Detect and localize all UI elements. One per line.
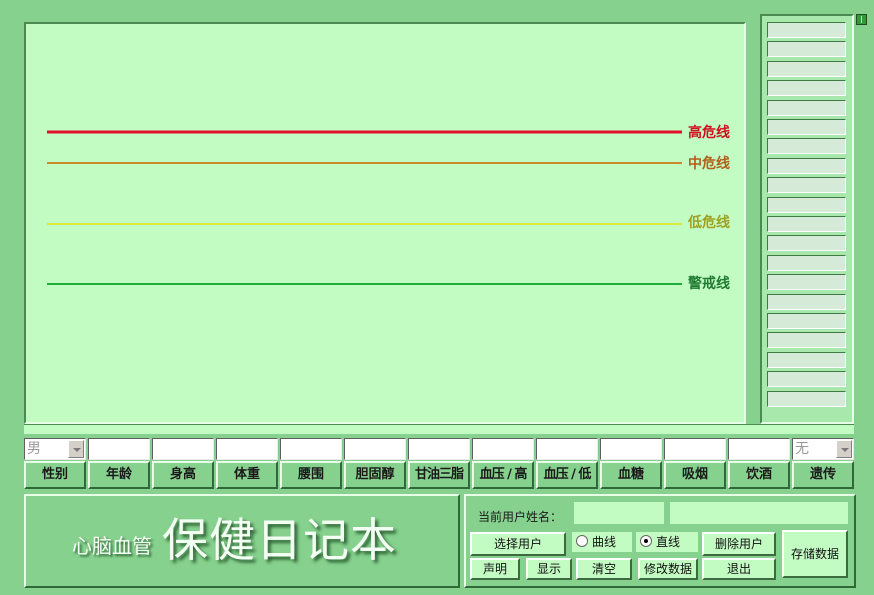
waist-input[interactable] bbox=[280, 438, 342, 460]
field-label-cholesterol: 胆固醇 bbox=[344, 461, 406, 489]
field-label-heredity: 遗传 bbox=[792, 461, 854, 489]
drinking-input[interactable] bbox=[728, 438, 790, 460]
record-slot[interactable] bbox=[767, 80, 846, 97]
record-slot[interactable] bbox=[767, 332, 846, 349]
record-slot[interactable] bbox=[767, 216, 846, 232]
record-slot[interactable] bbox=[767, 293, 846, 310]
record-slot[interactable] bbox=[767, 235, 846, 252]
chevron-down-icon[interactable] bbox=[68, 440, 84, 458]
triglyceride-input[interactable] bbox=[408, 438, 470, 460]
delete-user-button[interactable]: 删除用户 bbox=[702, 532, 776, 556]
radio-off-icon bbox=[576, 535, 588, 547]
field-label-waist: 腰围 bbox=[280, 461, 342, 489]
curve-mode-radio[interactable]: 曲线 bbox=[572, 532, 632, 552]
low-risk-label: 低危线 bbox=[687, 214, 730, 231]
app-subtitle: 心脑血管 bbox=[72, 534, 152, 558]
record-slot-panel bbox=[760, 14, 854, 424]
record-slot[interactable] bbox=[767, 313, 846, 329]
heredity-select[interactable]: 无 bbox=[792, 438, 854, 460]
current-user-name-field bbox=[574, 502, 664, 524]
record-slot[interactable] bbox=[767, 196, 846, 213]
gender-select[interactable]: 男 bbox=[24, 438, 86, 460]
gender-select-value: 男 bbox=[27, 441, 41, 457]
select-user-button[interactable]: 选择用户 bbox=[470, 532, 566, 556]
field-label-blood-sugar: 血糖 bbox=[600, 461, 662, 489]
field-label-drinking: 饮酒 bbox=[728, 461, 790, 489]
medium-risk-label: 中危线 bbox=[688, 155, 730, 172]
field-label-weight: 体重 bbox=[216, 461, 278, 489]
record-slot[interactable] bbox=[767, 99, 846, 116]
save-data-button[interactable]: 存储数据 bbox=[782, 530, 848, 578]
record-slot[interactable] bbox=[767, 254, 846, 271]
record-slot[interactable] bbox=[767, 177, 846, 194]
high-risk-label: 高危线 bbox=[688, 124, 730, 141]
record-slot[interactable] bbox=[767, 390, 846, 407]
statement-button[interactable]: 声明 bbox=[470, 558, 520, 580]
blood-sugar-input[interactable] bbox=[600, 438, 662, 460]
resize-grip-icon[interactable] bbox=[856, 14, 867, 25]
field-label-height: 身高 bbox=[152, 461, 214, 489]
bp-low-input[interactable] bbox=[536, 438, 598, 460]
clear-button[interactable]: 清空 bbox=[576, 558, 632, 580]
height-input[interactable] bbox=[152, 438, 214, 460]
record-slot[interactable] bbox=[767, 371, 846, 388]
current-user-info-field bbox=[670, 502, 848, 524]
edit-data-button[interactable]: 修改数据 bbox=[638, 558, 698, 580]
field-label-bp-low: 血压 / 低 bbox=[536, 461, 598, 489]
record-slot[interactable] bbox=[767, 138, 846, 155]
bp-high-input[interactable] bbox=[472, 438, 534, 460]
app-title: 保健日记本 bbox=[162, 513, 397, 567]
field-label-triglyceride: 甘油三脂 bbox=[408, 461, 470, 489]
field-label-smoking: 吸烟 bbox=[664, 461, 726, 489]
age-input[interactable] bbox=[88, 438, 150, 460]
field-label-bp-high: 血压 / 高 bbox=[472, 461, 534, 489]
record-slot[interactable] bbox=[767, 351, 846, 368]
cholesterol-input[interactable] bbox=[344, 438, 406, 460]
record-slot[interactable] bbox=[767, 60, 846, 77]
current-user-label: 当前用户姓名： bbox=[478, 510, 563, 524]
show-button[interactable]: 显示 bbox=[526, 558, 572, 580]
chart-panel: 高危线 中危线 低危线 警戒线 bbox=[24, 22, 746, 424]
record-slot[interactable] bbox=[767, 119, 846, 135]
record-slot[interactable] bbox=[767, 41, 846, 58]
smoking-input[interactable] bbox=[664, 438, 726, 460]
warning-label: 警戒线 bbox=[688, 275, 730, 292]
record-slot[interactable] bbox=[767, 274, 846, 291]
risk-line-chart: 高危线 中危线 低危线 警戒线 bbox=[47, 124, 730, 292]
horizontal-scroll-strip[interactable] bbox=[24, 424, 854, 434]
weight-input[interactable] bbox=[216, 438, 278, 460]
straight-mode-radio[interactable]: 直线 bbox=[636, 532, 698, 552]
curve-mode-label: 曲线 bbox=[592, 535, 617, 549]
field-label-gender: 性别 bbox=[24, 461, 86, 489]
record-slot[interactable] bbox=[767, 157, 846, 174]
straight-mode-label: 直线 bbox=[656, 535, 681, 549]
record-slot[interactable] bbox=[767, 22, 846, 38]
field-label-age: 年龄 bbox=[88, 461, 150, 489]
heredity-select-value: 无 bbox=[795, 441, 809, 457]
radio-on-icon bbox=[640, 535, 652, 547]
exit-button[interactable]: 退出 bbox=[702, 558, 776, 580]
chevron-down-icon[interactable] bbox=[836, 440, 852, 458]
